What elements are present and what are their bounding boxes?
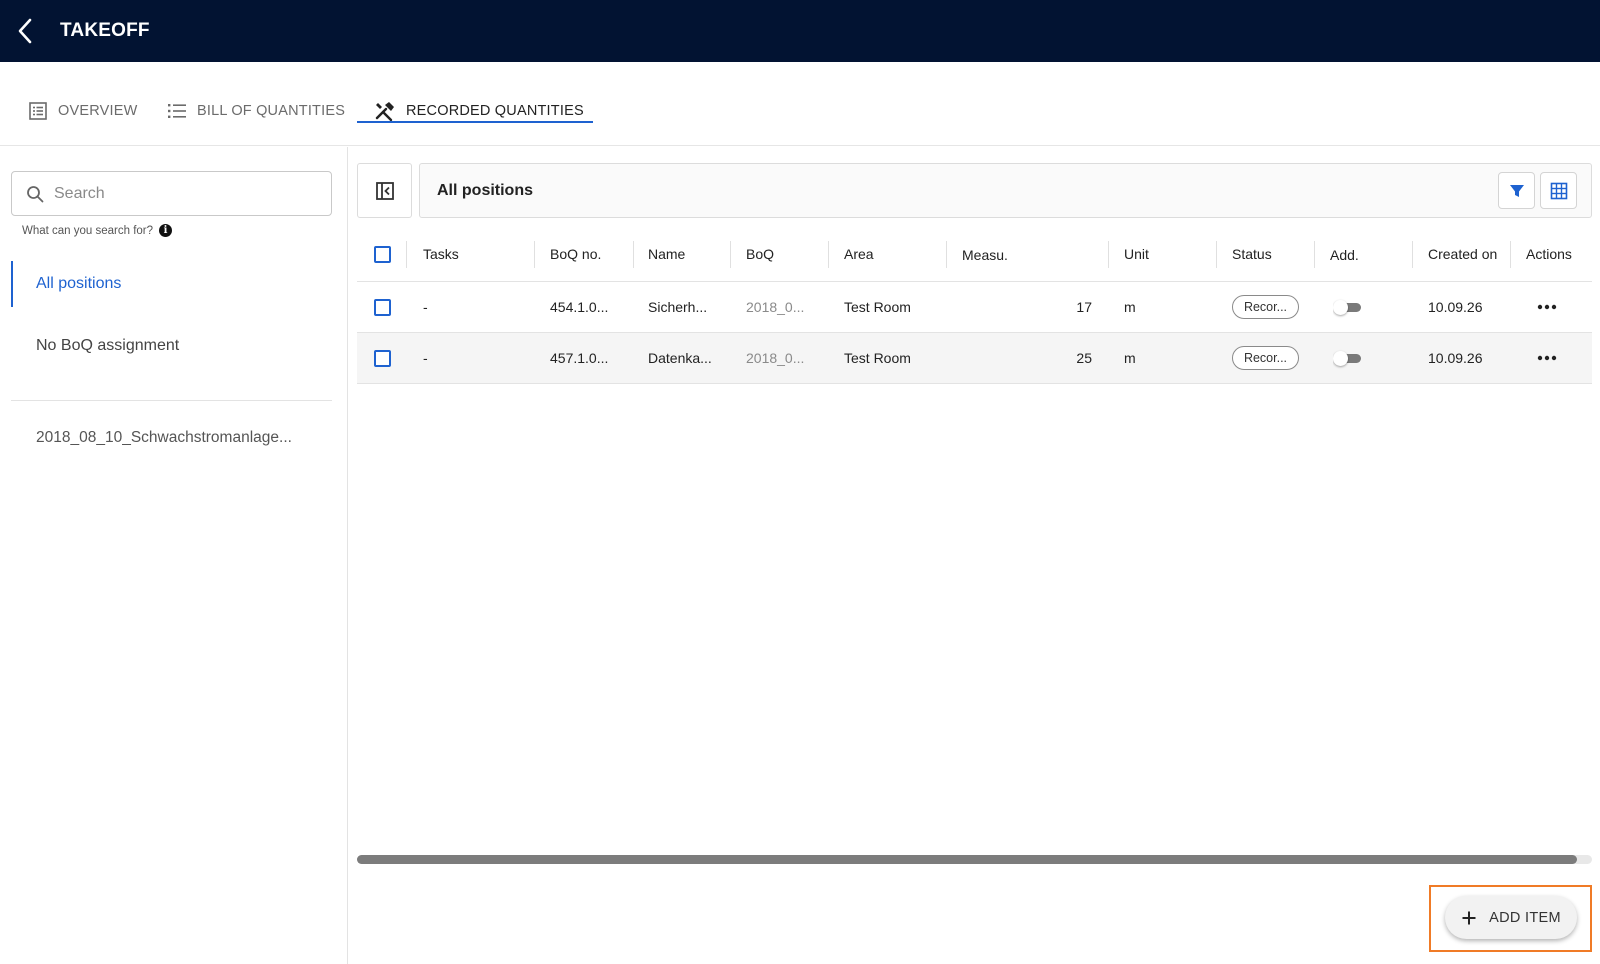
cell-name: Datenka... (648, 350, 712, 366)
cell-additional (1333, 333, 1361, 383)
grid-view-button[interactable] (1540, 172, 1577, 209)
cell-measure: 17 (1076, 299, 1092, 315)
tab-label: OVERVIEW (58, 103, 138, 119)
column-header-area[interactable]: Area (844, 227, 874, 281)
table-row[interactable]: - 457.1.0... Datenka... 2018_0... Test R… (357, 333, 1592, 384)
add-item-label: ADD ITEM (1489, 909, 1561, 926)
cell-tasks: - (423, 350, 428, 366)
more-actions-button[interactable] (1537, 355, 1557, 361)
search-icon (27, 185, 44, 202)
cell-created-on: 10.09.26 (1428, 299, 1483, 315)
tab-bar: OVERVIEW BILL OF QUANTITIES RECORDED QUA… (0, 62, 1600, 146)
row-checkbox[interactable] (374, 298, 391, 316)
add-item-button[interactable]: ADD ITEM (1445, 896, 1577, 939)
row-select-cell (374, 282, 391, 332)
tab-label: RECORDED QUANTITIES (406, 103, 584, 119)
grid-icon (1550, 182, 1567, 199)
cell-area: Test Room (844, 350, 911, 366)
sidebar-item-no-boq-assignment[interactable]: No BoQ assignment (11, 323, 332, 369)
positions-title: All positions (437, 181, 533, 199)
tools-icon (375, 102, 394, 122)
sidebar-item-boq-file[interactable]: 2018_08_10_Schwachstromanlage... (11, 415, 332, 461)
cell-created-on: 10.09.26 (1428, 350, 1483, 366)
cell-name: Sicherh... (648, 299, 708, 315)
table-row[interactable]: - 454.1.0... Sicherh... 2018_0... Test R… (357, 282, 1592, 333)
collapse-panel-icon (375, 181, 394, 200)
positions-header: All positions (419, 163, 1592, 218)
column-header-name[interactable]: Name (648, 227, 685, 281)
more-actions-button[interactable] (1537, 304, 1557, 310)
cell-status: Recor... (1232, 333, 1299, 383)
search-hint: What can you search for? i (22, 224, 173, 237)
cell-additional (1333, 282, 1361, 332)
status-chip[interactable]: Recor... (1232, 295, 1299, 319)
cell-area: Test Room (844, 299, 911, 315)
sidebar-item-all-positions[interactable]: All positions (11, 261, 332, 307)
cell-unit: m (1124, 350, 1136, 366)
cell-actions (1537, 333, 1557, 383)
table-header-row: Tasks BoQ no. Name BoQ Area Measu. Unit … (357, 227, 1592, 282)
chevron-left-icon (18, 18, 32, 44)
list-box-icon (29, 102, 47, 120)
cell-actions (1537, 282, 1557, 332)
column-header-tasks[interactable]: Tasks (423, 227, 459, 281)
positions-table: Tasks BoQ no. Name BoQ Area Measu. Unit … (357, 227, 1592, 384)
search-input[interactable] (54, 184, 304, 203)
select-all-checkbox[interactable] (374, 245, 391, 263)
sidebar: What can you search for? i All positions… (0, 147, 348, 964)
cell-boq: 2018_0... (746, 350, 805, 366)
active-tab-indicator (357, 121, 593, 123)
cell-tasks: - (423, 299, 428, 315)
plus-icon (1462, 911, 1476, 924)
cell-measure: 25 (1076, 350, 1092, 366)
cell-boq-no: 457.1.0... (550, 350, 609, 366)
app-header: TAKEOFF (0, 0, 1600, 62)
search-hint-text: What can you search for? (22, 224, 154, 237)
more-horizontal-icon (1537, 355, 1557, 361)
status-chip[interactable]: Recor... (1232, 346, 1299, 370)
back-button[interactable] (4, 9, 48, 53)
bulleted-list-icon (168, 104, 186, 118)
column-header-additional[interactable]: Add. (1330, 227, 1359, 281)
filter-icon (1509, 184, 1524, 197)
cell-unit: m (1124, 299, 1136, 315)
tab-recorded-quantities[interactable]: RECORDED QUANTITIES (374, 88, 584, 134)
additional-toggle[interactable] (1333, 351, 1361, 366)
cell-status: Recor... (1232, 282, 1299, 332)
column-header-actions: Actions (1526, 246, 1572, 262)
select-all-cell (374, 227, 391, 281)
tab-overview[interactable]: OVERVIEW (28, 88, 138, 134)
cell-boq-no: 454.1.0... (550, 299, 609, 315)
column-header-measure[interactable]: Measu. (962, 227, 1008, 281)
scrollbar-thumb[interactable] (357, 855, 1577, 864)
column-header-status[interactable]: Status (1232, 227, 1272, 281)
more-horizontal-icon (1537, 304, 1557, 310)
additional-toggle[interactable] (1333, 300, 1361, 315)
search-field[interactable] (11, 171, 332, 216)
row-select-cell (374, 333, 391, 383)
filter-button[interactable] (1498, 172, 1535, 209)
column-header-boq[interactable]: BoQ (746, 227, 774, 281)
tab-label: BILL OF QUANTITIES (197, 103, 346, 119)
sidebar-divider (11, 400, 332, 401)
cell-boq: 2018_0... (746, 299, 805, 315)
column-header-unit[interactable]: Unit (1124, 227, 1149, 281)
column-header-created-on[interactable]: Created on (1428, 227, 1497, 281)
horizontal-scrollbar[interactable] (357, 855, 1592, 864)
row-checkbox[interactable] (374, 349, 391, 367)
column-header-boq-no[interactable]: BoQ no. (550, 227, 601, 281)
tab-bill-of-quantities[interactable]: BILL OF QUANTITIES (167, 88, 345, 134)
toggle-sidebar-button[interactable] (357, 163, 412, 218)
info-icon[interactable]: i (159, 224, 173, 237)
app-title: TAKEOFF (60, 20, 150, 41)
